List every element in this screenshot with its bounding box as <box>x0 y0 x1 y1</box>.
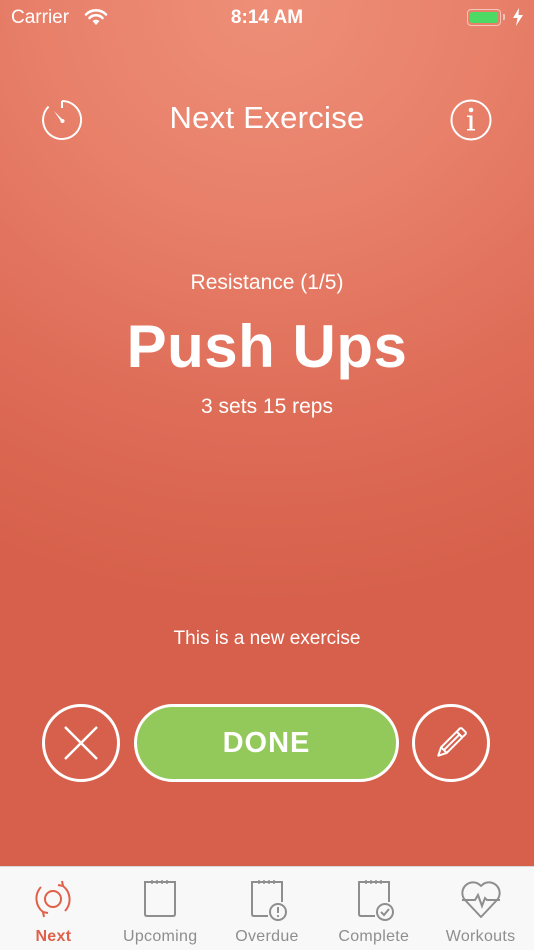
skip-button[interactable] <box>42 704 120 782</box>
tab-upcoming[interactable]: Upcoming <box>107 867 214 950</box>
done-button[interactable]: DONE <box>134 704 399 782</box>
tab-label: Overdue <box>235 928 299 945</box>
close-icon <box>64 726 98 760</box>
exercise-name: Push Ups <box>126 313 408 380</box>
notepad-check-icon <box>357 880 394 921</box>
tab-workouts[interactable]: Workouts <box>427 867 534 950</box>
tab-bar: Next Upcoming Overdue Complete Workouts <box>0 866 534 950</box>
notepad-alert-icon <box>250 880 287 921</box>
battery-tip <box>503 14 505 20</box>
tab-overdue[interactable]: Overdue <box>214 867 321 950</box>
tab-complete[interactable]: Complete <box>320 867 427 950</box>
pencil-icon <box>437 727 467 757</box>
main-screen: Carrier 8:14 AM Next Exercise Resistance… <box>0 0 534 866</box>
edit-button[interactable] <box>412 704 490 782</box>
refresh-target-icon <box>35 880 71 918</box>
info-icon <box>450 99 492 141</box>
notepad-icon <box>144 880 177 917</box>
clock: 8:14 AM <box>230 7 304 28</box>
tab-label: Complete <box>338 928 410 945</box>
exercise-category: Resistance (1/5) <box>190 271 344 294</box>
battery-icon <box>467 9 501 26</box>
charging-bolt-icon <box>513 8 523 26</box>
tab-label: Workouts <box>445 928 516 945</box>
tab-label: Next <box>35 928 72 945</box>
heart-pulse-icon <box>460 881 501 918</box>
tab-next[interactable]: Next <box>0 867 107 950</box>
tab-label: Upcoming <box>122 928 198 945</box>
exercise-note: This is a new exercise <box>173 628 361 649</box>
sets-reps: 3 sets 15 reps <box>201 395 333 418</box>
status-bar: Carrier 8:14 AM <box>0 0 534 36</box>
info-button[interactable] <box>449 98 493 142</box>
